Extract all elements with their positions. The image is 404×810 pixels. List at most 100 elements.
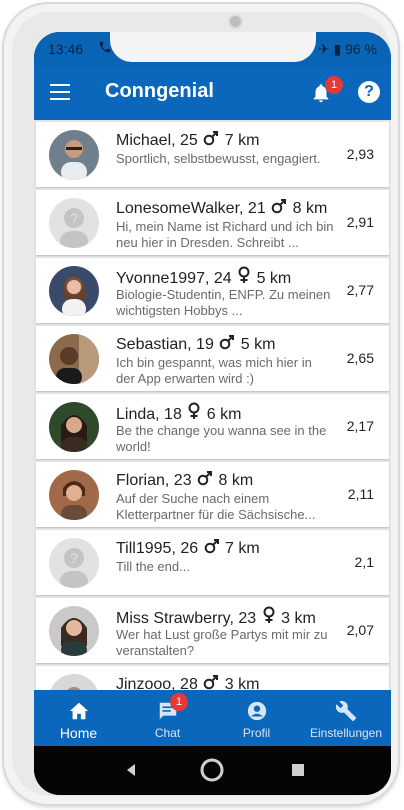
- home-circle-icon[interactable]: [200, 758, 224, 782]
- male-icon: [203, 674, 219, 690]
- home-icon: [68, 700, 90, 722]
- avatar: [49, 266, 99, 316]
- phone-bezel: 13:46 ✈ ▮ 96 % Conngenial 1 ? Michael, 2…: [12, 12, 391, 796]
- airplane-icon: ✈: [317, 41, 330, 57]
- profile-description: Ich bin gespannt, was mich hier in der A…: [116, 355, 312, 386]
- profile-name: Jinzooo, 28: [116, 676, 198, 690]
- recents-icon[interactable]: [292, 764, 304, 776]
- profile-distance: 8 km: [292, 200, 328, 217]
- nav-home[interactable]: Home: [34, 690, 123, 746]
- female-icon: [187, 402, 201, 425]
- profile-row[interactable]: Yvonne1997, 24 5 km Biologie-Studentin, …: [36, 258, 389, 323]
- avatar: [49, 470, 99, 520]
- profile-name-line: Michael, 25 7 km: [116, 130, 259, 151]
- profile-description: Auf der Suche nach einem Kletterpartner …: [116, 491, 316, 522]
- match-score: 2,1: [354, 554, 374, 570]
- profile-distance: 3 km: [224, 676, 260, 690]
- profile-name-line: Yvonne1997, 24 5 km: [116, 266, 291, 289]
- profile-description: Wer hat Lust große Partys mit mir zu ver…: [116, 627, 328, 658]
- app-bar: Conngenial 1 ?: [34, 66, 391, 120]
- battery-level: 96 %: [345, 41, 377, 57]
- status-bar: 13:46 ✈ ▮ 96 %: [34, 32, 391, 66]
- profile-row[interactable]: ? LonesomeWalker, 21 8 km Hi, mein Name …: [36, 190, 389, 255]
- profile-description: Till the end...: [116, 559, 190, 574]
- profile-row[interactable]: Miss Strawberry, 23 3 km Wer hat Lust gr…: [36, 598, 389, 663]
- profile-name: Sebastian, 19: [116, 336, 214, 353]
- system-nav-buttons: [127, 758, 304, 782]
- nav-settings[interactable]: Einstellungen: [301, 690, 391, 746]
- profile-name-line: Till1995, 26 7 km: [116, 538, 260, 559]
- svg-text:?: ?: [70, 550, 78, 566]
- profile-distance: 8 km: [218, 472, 254, 489]
- back-icon[interactable]: [127, 764, 135, 776]
- male-icon: [219, 334, 235, 355]
- profile-distance: 5 km: [240, 336, 276, 353]
- nav-profile[interactable]: Profil: [212, 690, 301, 746]
- profile-name: Michael, 25: [116, 132, 198, 149]
- avatar: [49, 606, 99, 656]
- male-icon: [271, 198, 287, 219]
- male-icon: [197, 470, 213, 491]
- profile-icon: [246, 700, 268, 722]
- nav-settings-label: Einstellungen: [309, 726, 383, 740]
- male-icon: [203, 130, 219, 151]
- phone-frame: 13:46 ✈ ▮ 96 % Conngenial 1 ? Michael, 2…: [4, 4, 398, 804]
- profile-row[interactable]: ? Till1995, 26 7 km Till the end... 2,1: [36, 530, 389, 595]
- profile-name: Till1995, 26: [116, 540, 199, 557]
- svg-text:?: ?: [70, 210, 78, 226]
- system-navigation-bar: [34, 746, 391, 795]
- profile-distance: 7 km: [225, 540, 260, 557]
- match-score: 2,91: [346, 214, 374, 230]
- profile-list[interactable]: Michael, 25 7 km Sportlich, selbstbewuss…: [34, 120, 391, 690]
- profile-name-line: LonesomeWalker, 21 8 km: [116, 198, 327, 219]
- display-notch: [110, 32, 316, 62]
- profile-row[interactable]: Jinzooo, 28 3 km: [36, 666, 389, 690]
- profile-row[interactable]: Sebastian, 19 5 km Ich bin gespannt, was…: [36, 326, 389, 391]
- profile-name: Yvonne1997, 24: [116, 270, 232, 287]
- notification-badge: 1: [325, 76, 343, 94]
- hamburger-menu-icon[interactable]: [50, 84, 70, 100]
- match-score: 2,17: [346, 418, 374, 434]
- chat-badge: 1: [170, 693, 188, 711]
- match-score: 2,11: [347, 486, 374, 502]
- match-score: 2,77: [346, 282, 374, 298]
- profile-distance: 3 km: [281, 610, 316, 627]
- help-icon[interactable]: ?: [358, 81, 380, 103]
- profile-name-line: Jinzooo, 28 3 km: [116, 674, 259, 690]
- match-score: 2,07: [346, 622, 374, 638]
- nav-chat-label: Chat: [154, 726, 181, 740]
- bottom-navigation: Home 1 Chat Profil Einstellungen: [34, 690, 391, 746]
- female-icon: [237, 266, 251, 289]
- profile-row[interactable]: Michael, 25 7 km Sportlich, selbstbewuss…: [36, 122, 389, 187]
- profile-name: Florian, 23: [116, 472, 192, 489]
- profile-row[interactable]: Linda, 18 6 km Be the change you wanna s…: [36, 394, 389, 459]
- avatar-placeholder: ?: [49, 538, 99, 588]
- profile-distance: 5 km: [256, 270, 292, 287]
- profile-name-line: Sebastian, 19 5 km: [116, 334, 275, 355]
- status-time: 13:46: [48, 41, 84, 57]
- front-camera: [228, 14, 243, 29]
- app-title: Conngenial: [105, 80, 214, 102]
- avatar-placeholder: ?: [49, 198, 99, 248]
- nav-home-label: Home: [59, 725, 98, 741]
- profile-row[interactable]: Florian, 23 8 km Auf der Suche nach eine…: [36, 462, 389, 527]
- match-score: 2,93: [346, 146, 374, 162]
- profile-name-line: Linda, 18 6 km: [116, 402, 241, 425]
- battery-icon: ▮: [333, 41, 342, 57]
- profile-description: Hi, mein Name ist Richard und ich bin ne…: [116, 219, 334, 250]
- female-icon: [262, 606, 276, 629]
- avatar: [49, 130, 99, 180]
- profile-distance: 7 km: [224, 132, 260, 149]
- nav-chat[interactable]: 1 Chat: [123, 690, 212, 746]
- avatar: [49, 674, 99, 690]
- profile-description: Be the change you wanna see in the world…: [116, 423, 327, 454]
- profile-name: Linda, 18: [116, 406, 182, 423]
- profile-distance: 6 km: [206, 406, 242, 423]
- profile-description: Biologie-Studentin, ENFP. Zu meinen wich…: [116, 287, 331, 318]
- profile-name-line: Florian, 23 8 km: [116, 470, 253, 491]
- avatar: [49, 334, 99, 384]
- profile-description: Sportlich, selbstbewusst, engagiert.: [116, 151, 321, 166]
- profile-name-line: Miss Strawberry, 23 3 km: [116, 606, 316, 629]
- male-icon: [204, 538, 220, 559]
- wrench-icon: [335, 700, 357, 722]
